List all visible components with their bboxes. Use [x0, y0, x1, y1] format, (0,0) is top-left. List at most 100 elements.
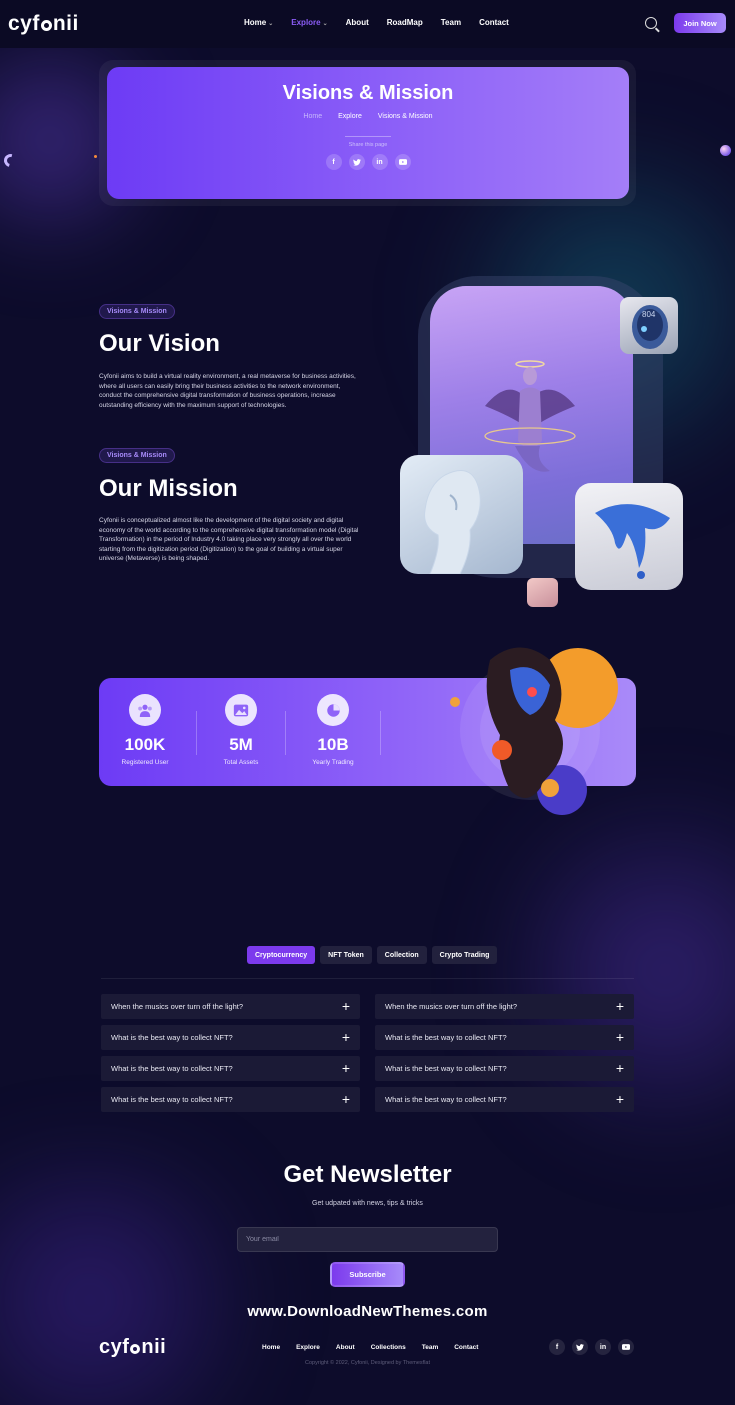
divider — [285, 711, 286, 755]
twitter-icon[interactable] — [572, 1339, 588, 1355]
linkedin-icon[interactable]: in — [371, 154, 388, 170]
copyright-text: Copyright © 2022, Cyfonii, Designed by T… — [304, 1360, 430, 1366]
chevron-down-icon: ⌄ — [322, 21, 328, 27]
faq-question: What is the best way to collect NFT? — [385, 1095, 507, 1104]
plus-icon[interactable]: + — [616, 1030, 624, 1044]
faq-question: What is the best way to collect NFT? — [385, 1033, 507, 1042]
divider — [101, 978, 634, 979]
faq-question: What is the best way to collect NFT? — [111, 1064, 233, 1073]
nav-explore[interactable]: Explore ⌄ — [291, 18, 327, 27]
faq-item[interactable]: What is the best way to collect NFT? + — [101, 1025, 360, 1050]
youtube-icon[interactable] — [618, 1339, 634, 1355]
nav-roadmap[interactable]: RoadMap — [387, 18, 423, 27]
watermark-text: www.DownloadNewThemes.com — [247, 1303, 488, 1320]
faq-question: When the musics over turn off the light? — [385, 1002, 518, 1011]
stat-label: Yearly Trading — [312, 759, 354, 766]
share-social-row: f in — [107, 154, 629, 170]
stat-label: Registered User — [121, 759, 169, 766]
breadcrumb-explore[interactable]: Explore — [338, 113, 362, 120]
mission-text: Cyfonii is conceptualized almost like th… — [99, 517, 359, 563]
faq-item[interactable]: What is the best way to collect NFT? + — [101, 1056, 360, 1081]
plus-icon[interactable]: + — [616, 1061, 624, 1075]
image-icon — [225, 694, 257, 726]
subscribe-button[interactable]: Subscribe — [330, 1262, 405, 1287]
newsletter-subtitle: Get udpated with news, tips & tricks — [312, 1200, 423, 1207]
footer-nav: Home Explore About Collections Team Cont… — [262, 1344, 494, 1351]
vision-text: Cyfonii aims to build a virtual reality … — [99, 373, 356, 409]
faq-item[interactable]: What is the best way to collect NFT? + — [375, 1025, 634, 1050]
stat-value: 5M — [229, 735, 253, 754]
artwork-robot-image: 804 — [620, 297, 678, 354]
pie-chart-icon — [317, 694, 349, 726]
artwork-sculpture-image — [450, 647, 618, 815]
chevron-down-icon: ⌄ — [268, 21, 274, 27]
join-now-button[interactable]: Join Now — [674, 13, 726, 33]
faq-item[interactable]: What is the best way to collect NFT? + — [375, 1087, 634, 1112]
footer-link-team[interactable]: Team — [422, 1344, 439, 1351]
tab-collection[interactable]: Collection — [376, 946, 427, 964]
page-hero: Visions & Mission Home Explore Visions &… — [107, 67, 629, 199]
footer-link-about[interactable]: About — [336, 1344, 355, 1351]
plus-icon[interactable]: + — [342, 1092, 350, 1106]
footer-logo[interactable]: cyf nii — [99, 1336, 166, 1359]
breadcrumb-home[interactable]: Home — [303, 113, 322, 120]
nav-about[interactable]: About — [346, 18, 369, 27]
breadcrumb: Home Explore Visions & Mission — [107, 113, 629, 120]
nav-contact[interactable]: Contact — [479, 18, 509, 27]
page-title: Visions & Mission — [282, 82, 454, 104]
divider — [345, 136, 391, 137]
tab-nft-token[interactable]: NFT Token — [320, 946, 372, 964]
artwork-liquid-image — [575, 483, 683, 590]
users-icon — [129, 694, 161, 726]
faq-tabs: Cryptocurrency NFT Token Collection Cryp… — [247, 946, 498, 964]
plus-icon[interactable]: + — [616, 999, 624, 1013]
decor-arc — [1, 151, 20, 170]
site-header: cyf nii Home ⌄ Explore ⌄ About RoadMap Team… — [0, 0, 735, 48]
search-icon[interactable] — [645, 17, 657, 29]
artwork-thumbnail — [527, 578, 558, 607]
plus-icon[interactable]: + — [616, 1092, 624, 1106]
footer-link-collections[interactable]: Collections — [371, 1344, 406, 1351]
mission-title: Our Mission — [99, 475, 238, 502]
faq-question: What is the best way to collect NFT? — [111, 1095, 233, 1104]
decor-orb — [720, 145, 731, 156]
tab-crypto-trading[interactable]: Crypto Trading — [431, 946, 498, 964]
faq-question: What is the best way to collect NFT? — [111, 1033, 233, 1042]
newsletter-title: Get Newsletter — [283, 1161, 452, 1188]
faq-question: What is the best way to collect NFT? — [385, 1064, 507, 1073]
plus-icon[interactable]: + — [342, 999, 350, 1013]
plus-icon[interactable]: + — [342, 1061, 350, 1075]
breadcrumb-current: Visions & Mission — [377, 113, 433, 120]
stat-value: 10B — [317, 735, 349, 754]
share-label: Share this page — [348, 142, 388, 148]
logo[interactable]: cyf nii — [8, 12, 79, 36]
faq-item[interactable]: When the musics over turn off the light?… — [101, 994, 360, 1019]
faq-item[interactable]: When the musics over turn off the light?… — [375, 994, 634, 1019]
stat-value: 100K — [124, 735, 166, 754]
nav-home[interactable]: Home ⌄ — [244, 18, 273, 27]
facebook-icon[interactable]: f — [325, 154, 342, 170]
plus-icon[interactable]: + — [342, 1030, 350, 1044]
vision-tag: Visions & Mission — [99, 304, 175, 319]
linkedin-icon[interactable]: in — [595, 1339, 611, 1355]
stat-registered-users: 100K Registered User — [100, 694, 190, 766]
stat-total-assets: 5M Total Assets — [196, 694, 286, 766]
email-field[interactable] — [237, 1227, 498, 1252]
artwork-head-image — [400, 455, 523, 574]
nav-team[interactable]: Team — [441, 18, 461, 27]
faq-question: When the musics over turn off the light? — [111, 1002, 244, 1011]
divider — [380, 711, 381, 755]
footer-link-home[interactable]: Home — [262, 1344, 280, 1351]
faq-item[interactable]: What is the best way to collect NFT? + — [101, 1087, 360, 1112]
svg-text:804: 804 — [642, 310, 656, 319]
vision-title: Our Vision — [99, 330, 220, 357]
footer-link-explore[interactable]: Explore — [296, 1344, 320, 1351]
faq-item[interactable]: What is the best way to collect NFT? + — [375, 1056, 634, 1081]
footer-link-contact[interactable]: Contact — [454, 1344, 478, 1351]
stat-label: Total Assets — [223, 759, 259, 766]
main-nav: Home ⌄ Explore ⌄ About RoadMap Team Contac… — [244, 18, 527, 27]
facebook-icon[interactable]: f — [549, 1339, 565, 1355]
youtube-icon[interactable] — [394, 154, 411, 170]
twitter-icon[interactable] — [348, 154, 365, 170]
tab-cryptocurrency[interactable]: Cryptocurrency — [247, 946, 316, 964]
